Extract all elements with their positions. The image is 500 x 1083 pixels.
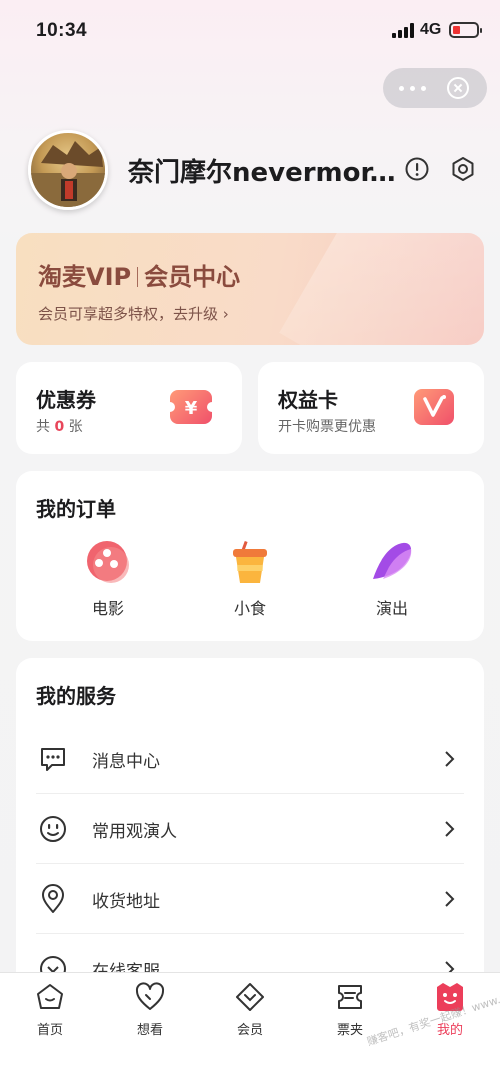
tab-label: 想看: [136, 1023, 163, 1038]
tab-label: 会员: [236, 1023, 263, 1038]
location-pin-icon: [42, 884, 64, 913]
service-shipping-address[interactable]: 收货地址: [36, 864, 464, 934]
services-title: 我的服务: [36, 684, 116, 708]
network-type: 4G: [420, 21, 442, 38]
rights-card[interactable]: 权益卡 开卡购票更优惠: [258, 362, 484, 454]
coupon-title: 优惠券: [36, 388, 96, 412]
show-mask-icon: [373, 542, 412, 579]
chevron-right-icon: [445, 891, 455, 907]
tab-member[interactable]: 会员: [200, 981, 300, 1041]
home-icon: [37, 984, 63, 1009]
battery-icon: [449, 22, 482, 38]
status-bar: 10:34 4G: [0, 0, 500, 60]
vip-title: 淘麦VIP 会员中心: [38, 257, 240, 292]
bottom-tab-bar: 首页 想看 会员 票夹 我的 赚客吧，有奖一起赚！www.zuanke8.com: [0, 970, 500, 1083]
coupon-ticket-icon: ¥: [165, 390, 217, 424]
vip-subtitle[interactable]: 会员可享超多特权，去升级 ›: [38, 303, 229, 324]
service-frequent-viewers[interactable]: 常用观演人: [36, 794, 464, 864]
vip-center-label: 会员中心: [144, 263, 241, 291]
service-label: 消息中心: [92, 752, 160, 772]
coupon-count: 共 0 张: [36, 419, 83, 435]
settings-icon[interactable]: [450, 156, 476, 182]
username: 奈门摩尔nevermor...: [128, 158, 396, 188]
avatar-image: [31, 141, 105, 207]
diamond-icon: [236, 983, 264, 1011]
avatar[interactable]: [28, 130, 108, 210]
more-icon[interactable]: [399, 86, 427, 91]
svg-text:¥: ¥: [185, 398, 198, 419]
tab-wishlist[interactable]: 想看: [100, 981, 200, 1041]
order-shows[interactable]: 演出: [352, 539, 432, 629]
chevron-right-icon: [445, 751, 455, 767]
heart-icon: [135, 982, 165, 1010]
message-icon: [41, 748, 65, 771]
order-shows-label: 演出: [375, 599, 408, 618]
vip-center-banner[interactable]: 淘麦VIP 会员中心 会员可享超多特权，去升级 ›: [16, 233, 484, 345]
tab-home[interactable]: 首页: [0, 981, 100, 1041]
drink-cup-icon: [233, 540, 267, 583]
smiley-icon: [40, 816, 66, 842]
my-orders-card: 我的订单 电影 小食 演出: [16, 471, 484, 641]
ticket-icon: [338, 985, 362, 1009]
chevron-right-icon: [445, 821, 455, 837]
miniprogram-capsule: [383, 68, 487, 108]
film-reel-icon: [87, 541, 129, 583]
order-movie[interactable]: 电影: [68, 539, 148, 629]
order-movie-label: 电影: [91, 599, 124, 618]
close-icon[interactable]: [447, 77, 469, 99]
vip-card-icon: [414, 389, 454, 425]
rights-subtitle: 开卡购票更优惠: [278, 419, 376, 435]
service-label: 收货地址: [92, 892, 160, 912]
vip-brand: 淘麦VIP: [38, 263, 132, 291]
status-time: 10:34: [36, 20, 88, 41]
coupon-card[interactable]: 优惠券 共 0 张 ¥: [16, 362, 242, 454]
info-icon[interactable]: [404, 156, 430, 182]
order-snacks[interactable]: 小食: [210, 539, 290, 629]
tab-label: 首页: [36, 1023, 63, 1038]
rights-title: 权益卡: [278, 388, 338, 412]
service-message-center[interactable]: 消息中心: [36, 724, 464, 794]
signal-icon: [392, 23, 414, 38]
order-snacks-label: 小食: [233, 599, 266, 618]
service-label: 常用观演人: [92, 822, 177, 842]
orders-title: 我的订单: [36, 497, 116, 521]
